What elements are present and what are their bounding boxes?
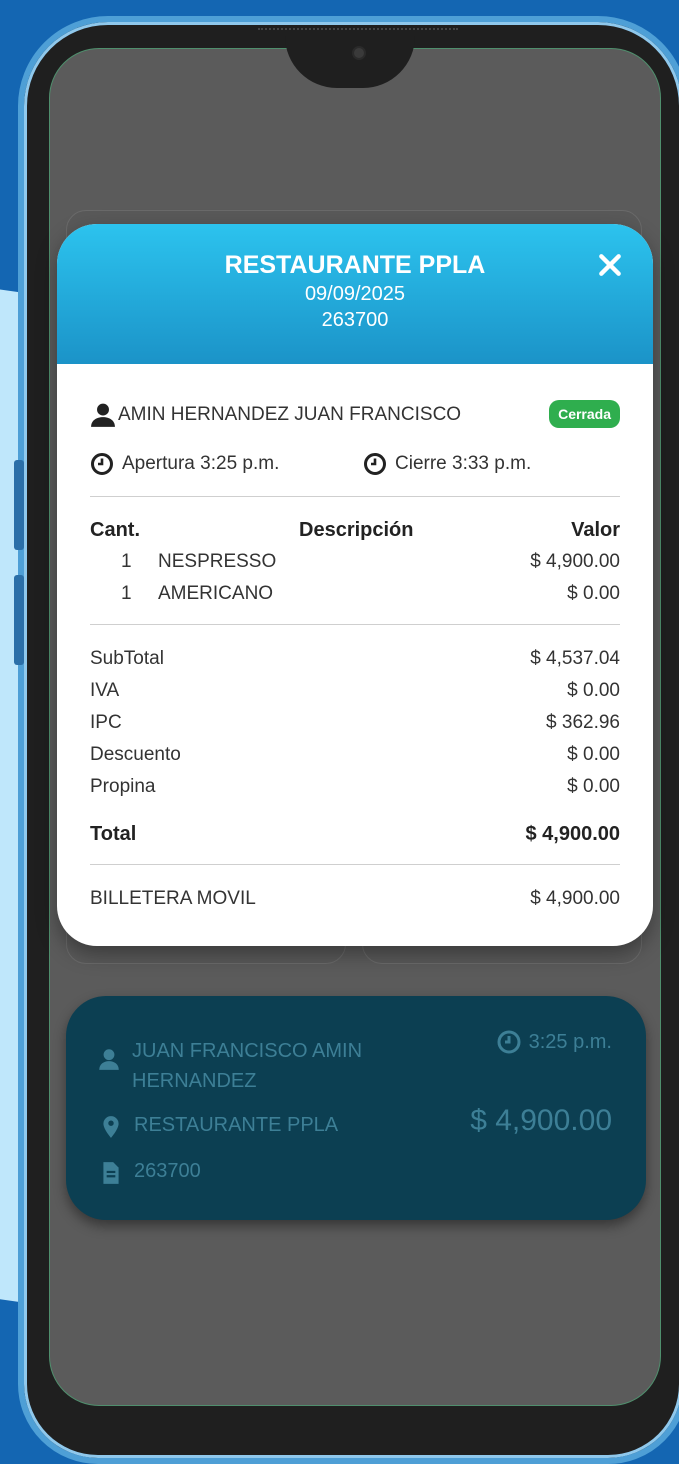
tx-client-row: JUAN FRANCISCO AMIN HERNANDEZ [96, 1036, 362, 1096]
summary-value: $ 362.96 [546, 712, 620, 733]
clock-icon [364, 453, 386, 475]
header-value: Valor [571, 519, 620, 541]
clock-icon [497, 1030, 521, 1054]
payment-method: BILLETERA MOVIL [90, 888, 256, 909]
tx-time: 3:25 p.m. [497, 1030, 612, 1054]
speaker-grille [258, 28, 458, 34]
transaction-card[interactable]: JUAN FRANCISCO AMIN HERNANDEZ 3:25 p.m. … [66, 996, 646, 1220]
user-icon [99, 1049, 119, 1070]
summary-value: $ 0.00 [567, 744, 620, 765]
status-badge: Cerrada [549, 400, 620, 428]
location-pin-icon [103, 1116, 119, 1138]
modal-id: 263700 [321, 309, 389, 331]
tx-location-row: RESTAURANTE PPLA [98, 1114, 338, 1140]
clock-icon [91, 453, 113, 475]
open-time: Apertura 3:25 p.m. [122, 453, 280, 474]
modal-header: RESTAURANTE PPLA 09/09/2025 263700 [57, 224, 653, 364]
phone-side-button [14, 460, 24, 550]
summary-label: Descuento [90, 744, 181, 765]
divider [90, 624, 620, 625]
tx-location: RESTAURANTE PPLA [134, 1114, 339, 1136]
client-name: AMIN HERNANDEZ JUAN FRANCISCO [118, 404, 462, 425]
modal-date: 09/09/2025 [304, 283, 406, 305]
receipt-modal: RESTAURANTE PPLA 09/09/2025 263700 AMIN … [57, 224, 653, 946]
item-description: AMERICANO [158, 583, 274, 604]
user-icon [91, 403, 115, 427]
header-description: Descripción [299, 519, 414, 541]
client-row: AMIN HERNANDEZ JUAN FRANCISCO [90, 402, 461, 428]
item-value: $ 4,900.00 [530, 551, 620, 572]
document-icon [103, 1162, 119, 1184]
close-icon[interactable] [597, 252, 623, 278]
tx-client-line1: JUAN FRANCISCO AMIN [132, 1040, 363, 1062]
summary-value: $ 0.00 [567, 776, 620, 797]
camera [352, 46, 366, 60]
item-qty: 1 [121, 551, 132, 572]
item-qty: 1 [121, 583, 132, 604]
divider [90, 496, 620, 497]
summary-label: SubTotal [90, 648, 164, 669]
modal-title: RESTAURANTE PPLA [224, 251, 486, 279]
summary-label: Propina [90, 776, 156, 797]
divider [90, 864, 620, 865]
item-value: $ 0.00 [567, 583, 620, 604]
payment-value: $ 4,900.00 [530, 888, 620, 909]
tx-amount: $ 4,900.00 [470, 1104, 612, 1137]
open-time-row: Apertura 3:25 p.m. [90, 452, 279, 476]
summary-value: $ 4,537.04 [530, 648, 620, 669]
tx-doc-row: 263700 [98, 1160, 201, 1186]
close-time-row: Cierre 3:33 p.m. [363, 452, 531, 476]
tx-doc-id: 263700 [134, 1160, 201, 1182]
summary-label: IPC [90, 712, 122, 733]
item-description: NESPRESSO [158, 551, 277, 572]
phone-side-button [14, 575, 24, 665]
tx-time-label: 3:25 p.m. [528, 1030, 612, 1053]
total-label: Total [90, 823, 137, 845]
summary-label: IVA [90, 680, 120, 701]
total-value: $ 4,900.00 [525, 823, 620, 845]
tx-client-line2: HERNANDEZ [132, 1070, 257, 1092]
close-time: Cierre 3:33 p.m. [395, 453, 532, 474]
header-qty: Cant. [90, 519, 140, 541]
summary-value: $ 0.00 [567, 680, 620, 701]
